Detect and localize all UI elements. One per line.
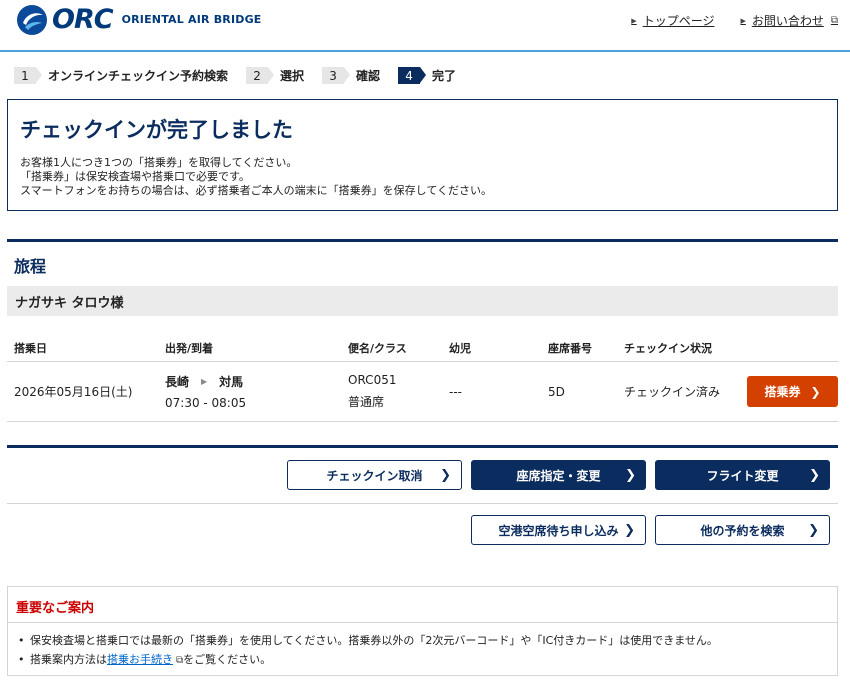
triangle-right-icon: ▶	[740, 16, 746, 25]
boarding-procedure-link[interactable]: 搭乗お手続き	[107, 653, 173, 666]
step-label: オンラインチェックイン予約検索	[48, 69, 229, 83]
chevron-right-icon: ❯	[808, 522, 819, 538]
seat-select-button[interactable]: 座席指定・変更 ❯	[471, 460, 646, 490]
notice-list: 保安検査場と搭乗口では最新の「搭乗券」を使用してください。搭乗券以外の「2次元バ…	[8, 623, 837, 670]
step-number: 1	[14, 67, 42, 84]
flight-change-label: フライト変更	[706, 468, 779, 483]
step-label: 確認	[356, 69, 381, 83]
progress-steps: 1 オンラインチェックイン予約検索 2 選択 3 確認 4 完了	[14, 67, 474, 84]
cancel-checkin-label: チェックイン取消	[326, 468, 423, 483]
logo-subtitle: ORIENTAL AIR BRIDGE	[121, 13, 262, 26]
flight-date: 2026年05月16日(土)	[14, 385, 133, 399]
step-number: 4	[398, 67, 427, 84]
chevron-right-icon: ❯	[624, 522, 635, 538]
checkin-status: チェックイン済み	[624, 385, 721, 399]
flight-times: 07:30 - 08:05	[165, 396, 247, 410]
list-item: 保安検査場と搭乗口では最新の「搭乗券」を使用してください。搭乗券以外の「2次元バ…	[18, 631, 829, 650]
boarding-pass-label: 搭乗券	[764, 385, 801, 399]
step-3: 3 確認	[322, 67, 380, 84]
completion-line-1: お客様1人につき1つの「搭乗券」を取得してください。	[20, 156, 298, 169]
completion-line-3: スマートフォンをお持ちの場合は、必ず搭乗者ご本人の端末に「搭乗券」を保存してくだ…	[20, 184, 493, 197]
orc-logo[interactable]: ORC ORIENTAL AIR BRIDGE	[16, 4, 262, 36]
column-header-flight: 便名/クラス	[348, 342, 407, 355]
notice-item2-prefix: 搭乗案内方法は	[30, 653, 107, 666]
completion-title: チェックインが完了しました	[20, 118, 293, 142]
flight-class-cell: ORC051 普通席	[348, 373, 449, 410]
step-number: 2	[246, 67, 275, 84]
orc-logo-mark-icon	[17, 5, 47, 35]
actions-divider	[7, 445, 838, 448]
chevron-right-icon: ❯	[625, 467, 636, 483]
infant-value: ---	[449, 384, 462, 399]
logo-text: ORC	[52, 4, 114, 35]
header-links: ▶ トップページ ▶ お問い合わせ ⧉	[631, 12, 838, 29]
notice-item2-suffix: をご覧ください。	[183, 653, 272, 666]
step-1: 1 オンラインチェックイン予約検索	[14, 67, 228, 84]
step-2: 2 選択	[246, 67, 304, 84]
step-4-current: 4 完了	[398, 67, 456, 84]
completion-message-box: チェックインが完了しました お客様1人につき1つの「搭乗券」を取得してください。…	[7, 99, 838, 211]
standby-request-label: 空港空席待ち申し込み	[498, 523, 619, 538]
site-header: ORC ORIENTAL AIR BRIDGE ▶ トップページ ▶ お問い合わ…	[0, 0, 850, 52]
list-item: 搭乗案内方法は搭乗お手続き⧉をご覧ください。	[18, 650, 829, 670]
table-row: 2026年05月16日(土) 長崎 ▶ 対馬 07:30 - 08:05 ORC…	[7, 362, 838, 422]
search-other-reservation-button[interactable]: 他の予約を検索 ❯	[655, 515, 830, 545]
completion-line-2: 「搭乗券」は保安検査場や搭乗口で必要です。	[20, 170, 250, 183]
triangle-right-icon: ▶	[631, 16, 637, 25]
column-header-seat: 座席番号	[548, 342, 592, 355]
cancel-checkin-button[interactable]: チェックイン取消 ❯	[287, 460, 462, 490]
contact-link-label: お問い合わせ	[751, 14, 824, 28]
arrival-airport: 対馬	[219, 375, 244, 389]
seat-number: 5D	[548, 384, 565, 399]
step-number: 3	[322, 67, 351, 84]
actions-divider-thin	[7, 503, 838, 504]
chevron-right-icon: ❯	[440, 467, 451, 483]
itinerary-section: 旅程 ナガサキ タロウ様 搭乗日 出発/到着 便名/クラス 幼児 座席番号 チェ…	[7, 239, 838, 422]
seat-class: 普通席	[348, 395, 385, 409]
itinerary-table-header: 搭乗日 出発/到着 便名/クラス 幼児 座席番号 チェックイン状況	[7, 333, 838, 362]
arrow-right-icon: ▶	[201, 377, 208, 386]
contact-link[interactable]: ▶ お問い合わせ ⧉	[740, 12, 838, 29]
step-label: 選択	[280, 69, 305, 83]
important-notice: 重要なご案内 保安検査場と搭乗口では最新の「搭乗券」を使用してください。搭乗券以…	[7, 586, 838, 676]
route-cell: 長崎 ▶ 対馬 07:30 - 08:05	[165, 373, 348, 410]
itinerary-title: 旅程	[14, 257, 47, 276]
boarding-pass-button[interactable]: 搭乗券 ❯	[747, 376, 838, 407]
seat-select-label: 座席指定・変更	[516, 468, 601, 483]
flight-number: ORC051	[348, 373, 397, 387]
standby-request-button[interactable]: 空港空席待ち申し込み ❯	[471, 515, 646, 545]
external-window-icon: ⧉	[830, 15, 838, 26]
departure-airport: 長崎	[165, 375, 190, 389]
top-page-link-label: トップページ	[642, 14, 715, 28]
chevron-right-icon: ❯	[809, 467, 820, 483]
column-header-infant: 幼児	[449, 342, 471, 355]
chevron-right-icon: ❯	[810, 384, 821, 399]
passenger-name: ナガサキ タロウ様	[7, 286, 838, 316]
step-label: 完了	[432, 69, 457, 83]
column-header-status: チェックイン状況	[624, 342, 712, 355]
column-header-date: 搭乗日	[14, 342, 47, 355]
notice-title: 重要なご案内	[8, 587, 837, 623]
top-page-link[interactable]: ▶ トップページ	[631, 12, 714, 29]
column-header-route: 出発/到着	[165, 342, 214, 355]
search-other-label: 他の予約を検索	[700, 523, 785, 538]
flight-change-button[interactable]: フライト変更 ❯	[655, 460, 830, 490]
